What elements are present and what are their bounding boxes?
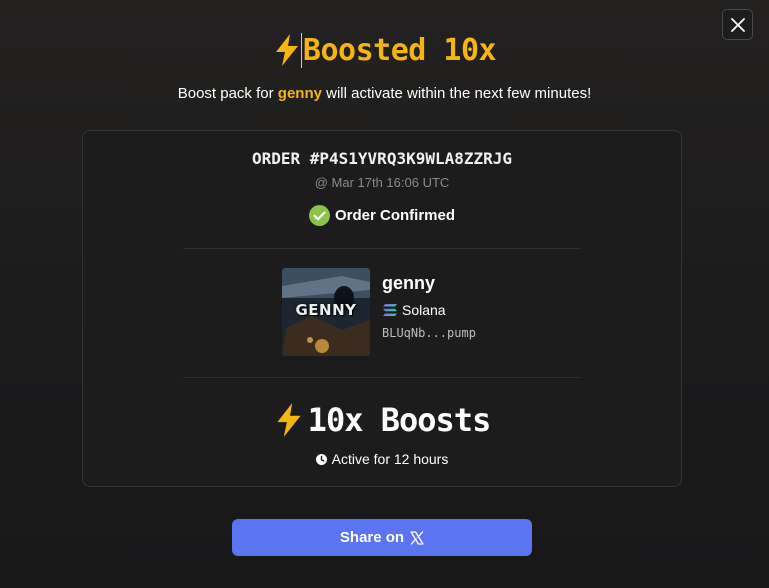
divider — [183, 248, 581, 249]
modal-title: Boosted 10x — [0, 30, 769, 70]
subtitle-token-name: genny — [277, 85, 322, 102]
order-id: ORDER #P4S1YVRQ3K9WLA8ZZRJG — [251, 149, 513, 168]
share-on-x-button[interactable]: Share on — [232, 519, 532, 556]
chain-name: Solana — [402, 302, 446, 318]
clock-icon — [315, 453, 327, 465]
divider — [183, 377, 581, 378]
token-address[interactable]: BLUqNb...pump — [382, 326, 476, 340]
status-text: Order Confirmed — [334, 207, 455, 224]
solana-icon — [383, 304, 397, 316]
order-time: @ Mar 17th 16:06 UTC — [314, 175, 450, 190]
boost-confirmation-modal: Boosted 10x Boost pack for genny will ac… — [0, 0, 769, 588]
token-image-text: GENNY — [295, 301, 357, 319]
token-image: GENNY — [282, 268, 370, 356]
subtitle-prefix: Boost pack for — [177, 85, 278, 102]
boost-duration: Active for 12 hours — [83, 451, 681, 467]
token-summary: GENNY genny Solana BLUqNb...pump — [282, 268, 476, 356]
share-label: Share on — [339, 529, 405, 546]
subtitle: Boost pack for genny will activate withi… — [0, 85, 769, 102]
token-info: genny Solana BLUqNb...pump — [382, 268, 476, 356]
chain-row: Solana — [382, 302, 476, 318]
lightning-bolt-icon — [277, 403, 301, 437]
x-logo-icon — [410, 530, 424, 545]
title-text: Boosted 10x — [300, 32, 497, 68]
boost-label: 10x Boosts — [307, 401, 492, 439]
boost-summary: 10x Boosts — [83, 401, 681, 439]
subtitle-suffix: will activate within the next few minute… — [321, 85, 592, 102]
token-name: genny — [382, 273, 436, 293]
lightning-bolt-icon — [275, 34, 298, 66]
order-card: ORDER #P4S1YVRQ3K9WLA8ZZRJG @ Mar 17th 1… — [82, 130, 682, 487]
check-circle-icon — [308, 205, 330, 226]
duration-text: Active for 12 hours — [331, 451, 449, 467]
order-status: Order Confirmed — [83, 205, 681, 226]
